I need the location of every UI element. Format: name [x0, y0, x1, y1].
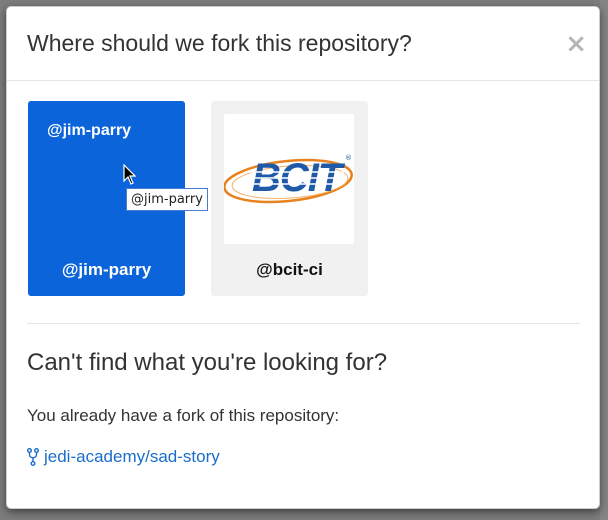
- existing-fork-link[interactable]: jedi-academy/sad-story: [27, 447, 220, 467]
- fork-dialog: Where should we fork this repository? × …: [6, 6, 600, 509]
- svg-text:®: ®: [345, 154, 352, 162]
- not-found-heading: Can't find what you're looking for?: [27, 349, 388, 376]
- existing-fork-message: You already have a fork of this reposito…: [27, 406, 340, 425]
- avatar-alt-text: @jim-parry: [47, 122, 132, 139]
- dialog-header: Where should we fork this repository? ×: [7, 7, 599, 81]
- dialog-title: Where should we fork this repository?: [27, 30, 412, 56]
- bcit-logo-icon: BCIT ®: [223, 154, 353, 204]
- bcit-logo: BCIT ®: [223, 114, 354, 244]
- fork-link-label: jedi-academy/sad-story: [44, 447, 220, 466]
- owner-label: @bcit-ci: [256, 260, 323, 279]
- owner-tile-bcit-ci[interactable]: BCIT ® @bcit-ci: [211, 101, 368, 296]
- repo-forked-icon: [27, 448, 39, 466]
- section-divider: [27, 323, 580, 324]
- avatar-tooltip: @jim-parry: [126, 188, 208, 211]
- owner-label: @jim-parry: [61, 260, 152, 279]
- close-button[interactable]: ×: [565, 31, 587, 57]
- background-panel: [600, 0, 608, 520]
- mouse-cursor-icon: [123, 164, 137, 185]
